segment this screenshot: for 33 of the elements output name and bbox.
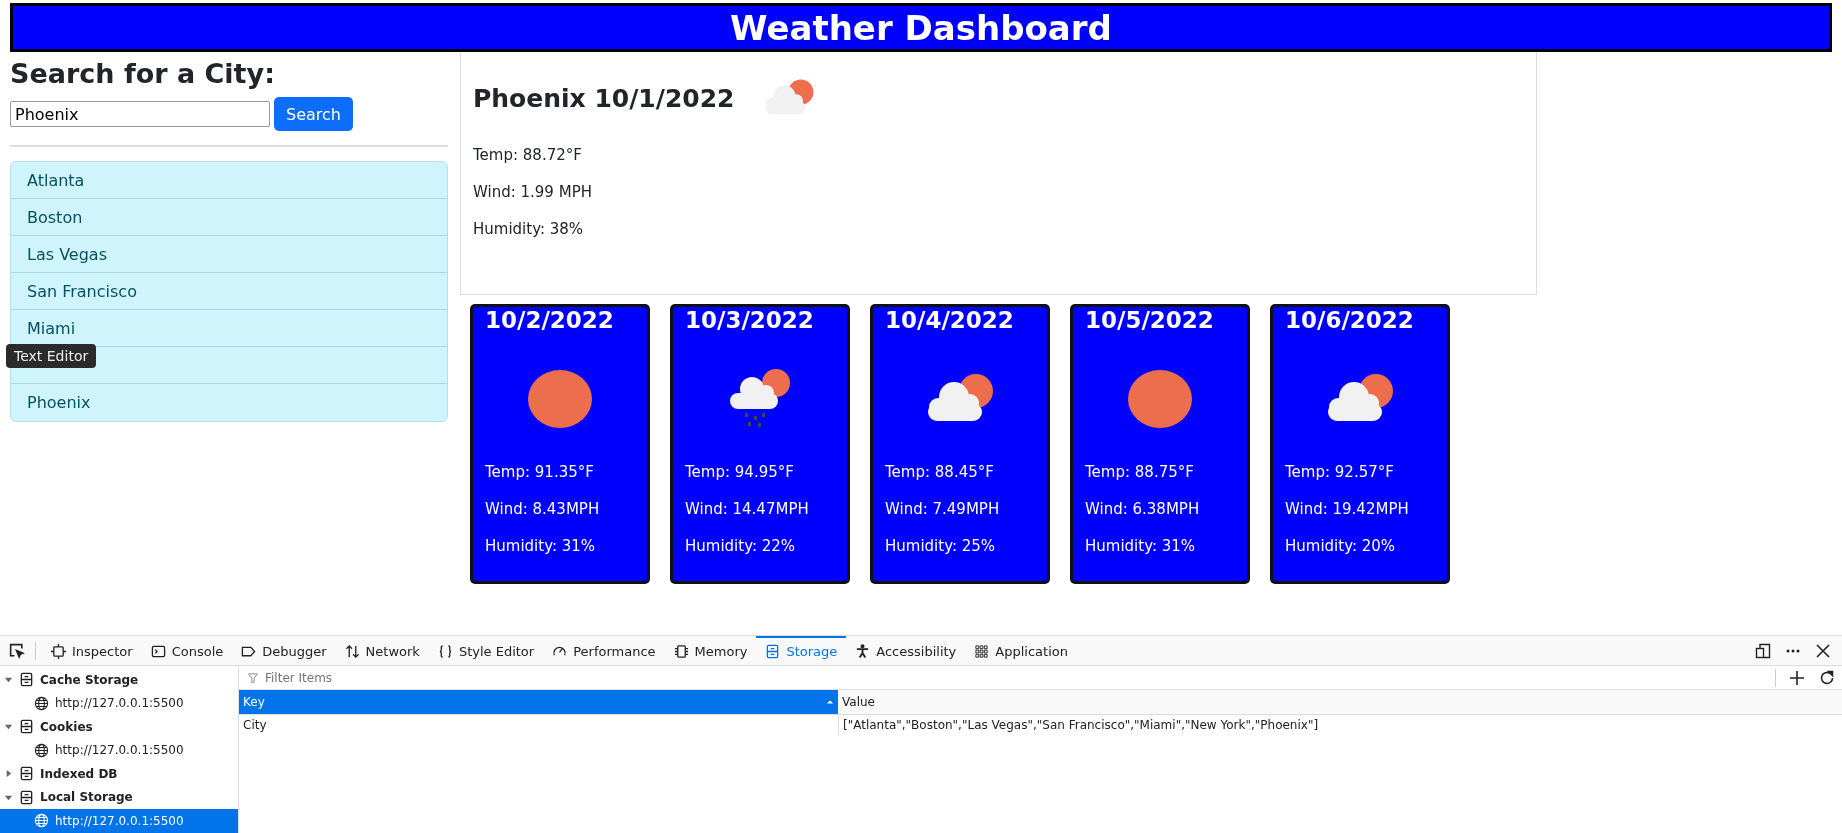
tree-label: Cache Storage xyxy=(40,672,139,687)
humidity-text: Humidity: 22% xyxy=(685,537,797,555)
temperature-text: Temp: 94.95°F xyxy=(685,463,795,481)
wind-text: Wind: 8.43MPH xyxy=(485,500,601,518)
page-title: Weather Dashboard xyxy=(730,7,1112,48)
wind-text: Wind: 14.47MPH xyxy=(685,500,810,518)
temperature-text: Temp: 88.45°F xyxy=(885,463,995,481)
table-cell-text: City xyxy=(242,717,268,734)
forecast-date: 10/3/2022 xyxy=(685,307,815,333)
humidity-text: Humidity: 20% xyxy=(1285,537,1397,555)
forecast-date: 10/5/2022 xyxy=(1085,307,1215,333)
temperature-text: Temp: 91.35°F xyxy=(485,463,595,481)
current-title: Phoenix 10/1/2022 xyxy=(473,83,735,113)
tree-label: Indexed DB xyxy=(40,766,118,781)
wind-text: Wind: 7.49MPH xyxy=(885,500,1001,518)
humidity-text: Humidity: 31% xyxy=(1085,537,1197,555)
temperature-text: Temp: 88.72°F xyxy=(473,146,583,164)
humidity-text: Humidity: 31% xyxy=(485,537,597,555)
tree-label: Cookies xyxy=(40,719,93,734)
forecast-date: 10/6/2022 xyxy=(1285,307,1415,333)
search-heading: Search for a City: xyxy=(10,58,276,89)
humidity-text: Humidity: 25% xyxy=(885,537,997,555)
table-cell: ["Atlanta","Boston","Las Vegas","San Francisco","Miami","New York","Phoenix"] xyxy=(838,715,1323,735)
wind-text: Wind: 6.38MPH xyxy=(1085,500,1201,518)
tooltip: Text Editor xyxy=(6,344,97,368)
temperature-text: Temp: 92.57°F xyxy=(1285,463,1395,481)
forecast-date: 10/2/2022 xyxy=(485,307,615,333)
wind-text: Wind: 19.42MPH xyxy=(1285,500,1410,518)
tree-label: Local Storage xyxy=(40,790,133,805)
humidity-text: Humidity: 38% xyxy=(473,220,585,238)
temperature-text: Temp: 88.75°F xyxy=(1085,463,1195,481)
forecast-date: 10/4/2022 xyxy=(885,307,1015,333)
wind-text: Wind: 1.99 MPH xyxy=(473,183,593,201)
